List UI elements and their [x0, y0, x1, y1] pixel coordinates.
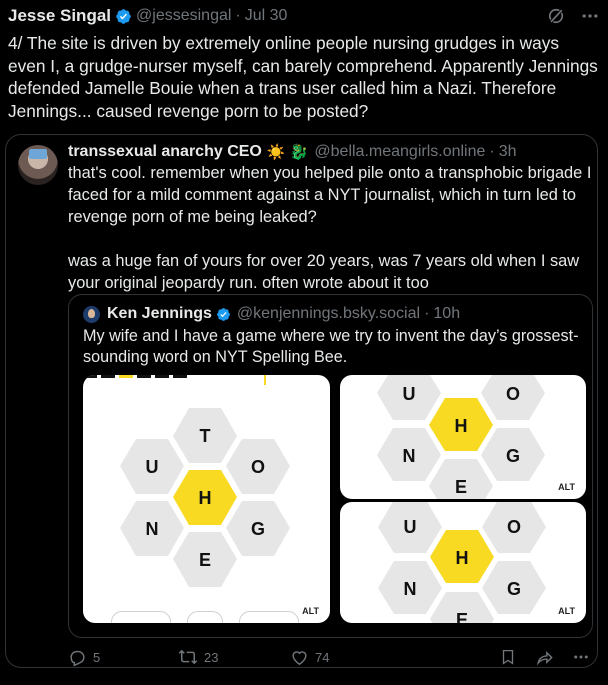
- repost-count: 23: [204, 649, 219, 665]
- quoted-post[interactable]: transsexual anarchy CEO ☀️ 🐉 @bella.mean…: [5, 134, 598, 668]
- bookmark-button[interactable]: [499, 645, 517, 669]
- control-bubble-mid: [187, 611, 223, 623]
- letter-bottom: E: [199, 550, 211, 570]
- avatar[interactable]: [18, 145, 58, 185]
- alt-badge[interactable]: ALT: [555, 481, 578, 493]
- nested-post-header: Ken Jennings @kenjennings.bsky.social · …: [107, 303, 460, 325]
- letter-upper-left: U: [404, 517, 417, 537]
- nested-author-handle[interactable]: @kenjennings.bsky.social: [237, 305, 420, 323]
- quoted-author-name[interactable]: transsexual anarchy CEO: [68, 143, 262, 161]
- quoted-post-text: that's cool. remember when you helped pi…: [68, 164, 592, 292]
- author-handle[interactable]: @jessesingal: [136, 7, 231, 25]
- letter-center: H: [455, 416, 468, 436]
- quoted-author-handle[interactable]: @bella.meangirls.online: [314, 143, 485, 161]
- nested-quoted-post[interactable]: Ken Jennings @kenjennings.bsky.social · …: [68, 294, 593, 638]
- letter-lower-right: G: [506, 446, 520, 466]
- spelling-bee-image[interactable]: U O H N G E ALT: [340, 375, 586, 499]
- honeycomb-grid: U O H N G E: [378, 502, 546, 623]
- nested-post-time[interactable]: 10h: [433, 305, 460, 323]
- letter-upper-right: O: [507, 517, 521, 537]
- alt-badge[interactable]: ALT: [299, 605, 322, 617]
- heart-icon: [292, 650, 307, 665]
- alt-badge[interactable]: ALT: [555, 605, 578, 617]
- control-bubble-left: [111, 611, 171, 623]
- more-options-icon[interactable]: [580, 6, 600, 26]
- quoted-post-time[interactable]: 3h: [499, 143, 517, 161]
- reply-count: 5: [93, 649, 101, 665]
- letter-upper-left: U: [403, 384, 416, 404]
- reply-icon: [70, 650, 85, 667]
- letter-upper-left: U: [146, 457, 159, 477]
- letter-upper-right: O: [506, 384, 520, 404]
- separator-dot: ·: [424, 305, 430, 322]
- like-count: 74: [315, 649, 330, 665]
- more-actions-button[interactable]: [572, 645, 590, 669]
- separator-dot: ·: [489, 143, 495, 160]
- more-options-icon: [574, 655, 588, 659]
- reply-button[interactable]: 5: [68, 645, 100, 669]
- letter-lower-left: N: [146, 519, 159, 539]
- verified-badge-icon: [217, 307, 230, 321]
- author-name[interactable]: Jesse Singal: [8, 6, 111, 26]
- bookmark-icon: [502, 649, 514, 665]
- control-bubble-right: [239, 611, 299, 623]
- letter-lower-right: G: [251, 519, 265, 539]
- verified-badge-icon: [116, 8, 131, 24]
- letter-upper-right: O: [251, 457, 265, 477]
- spelling-bee-image[interactable]: T U O H N G E ALT: [83, 375, 330, 623]
- letter-bottom: E: [455, 477, 467, 497]
- grok-icon[interactable]: [546, 6, 566, 26]
- letter-bottom: E: [456, 610, 468, 623]
- nested-post-text: My wife and I have a game where we try t…: [83, 327, 579, 366]
- letter-center: H: [199, 488, 212, 508]
- quoted-post-header: transsexual anarchy CEO ☀️ 🐉 @bella.mean…: [68, 141, 517, 163]
- spelling-bee-image[interactable]: U O H N G E ALT: [340, 502, 586, 623]
- letter-lower-left: N: [404, 579, 417, 599]
- letter-top: T: [200, 426, 211, 446]
- letter-center: H: [456, 548, 469, 568]
- nested-author-name[interactable]: Ken Jennings: [107, 305, 212, 323]
- display-name-emoji: ☀️ 🐉: [266, 144, 309, 161]
- honeycomb-grid: U O H N G E: [377, 375, 545, 499]
- like-button[interactable]: 74: [290, 645, 329, 669]
- tweet-date[interactable]: Jul 30: [245, 7, 288, 25]
- tweet-text: 4/ The site is driven by extremely onlin…: [8, 33, 603, 121]
- repost-button[interactable]: 23: [178, 645, 218, 669]
- separator-dot: ·: [235, 7, 241, 24]
- honeycomb-grid: T U O H N G E: [120, 408, 290, 587]
- letter-lower-right: G: [507, 579, 521, 599]
- action-bar: 5 23 74: [0, 645, 608, 669]
- letter-lower-left: N: [403, 446, 416, 466]
- repost-icon: [178, 649, 198, 665]
- share-button[interactable]: [535, 645, 554, 669]
- share-icon: [537, 650, 553, 665]
- tweet-header: Jesse Singal @jessesingal · Jul 30: [8, 5, 600, 27]
- avatar[interactable]: [83, 306, 100, 323]
